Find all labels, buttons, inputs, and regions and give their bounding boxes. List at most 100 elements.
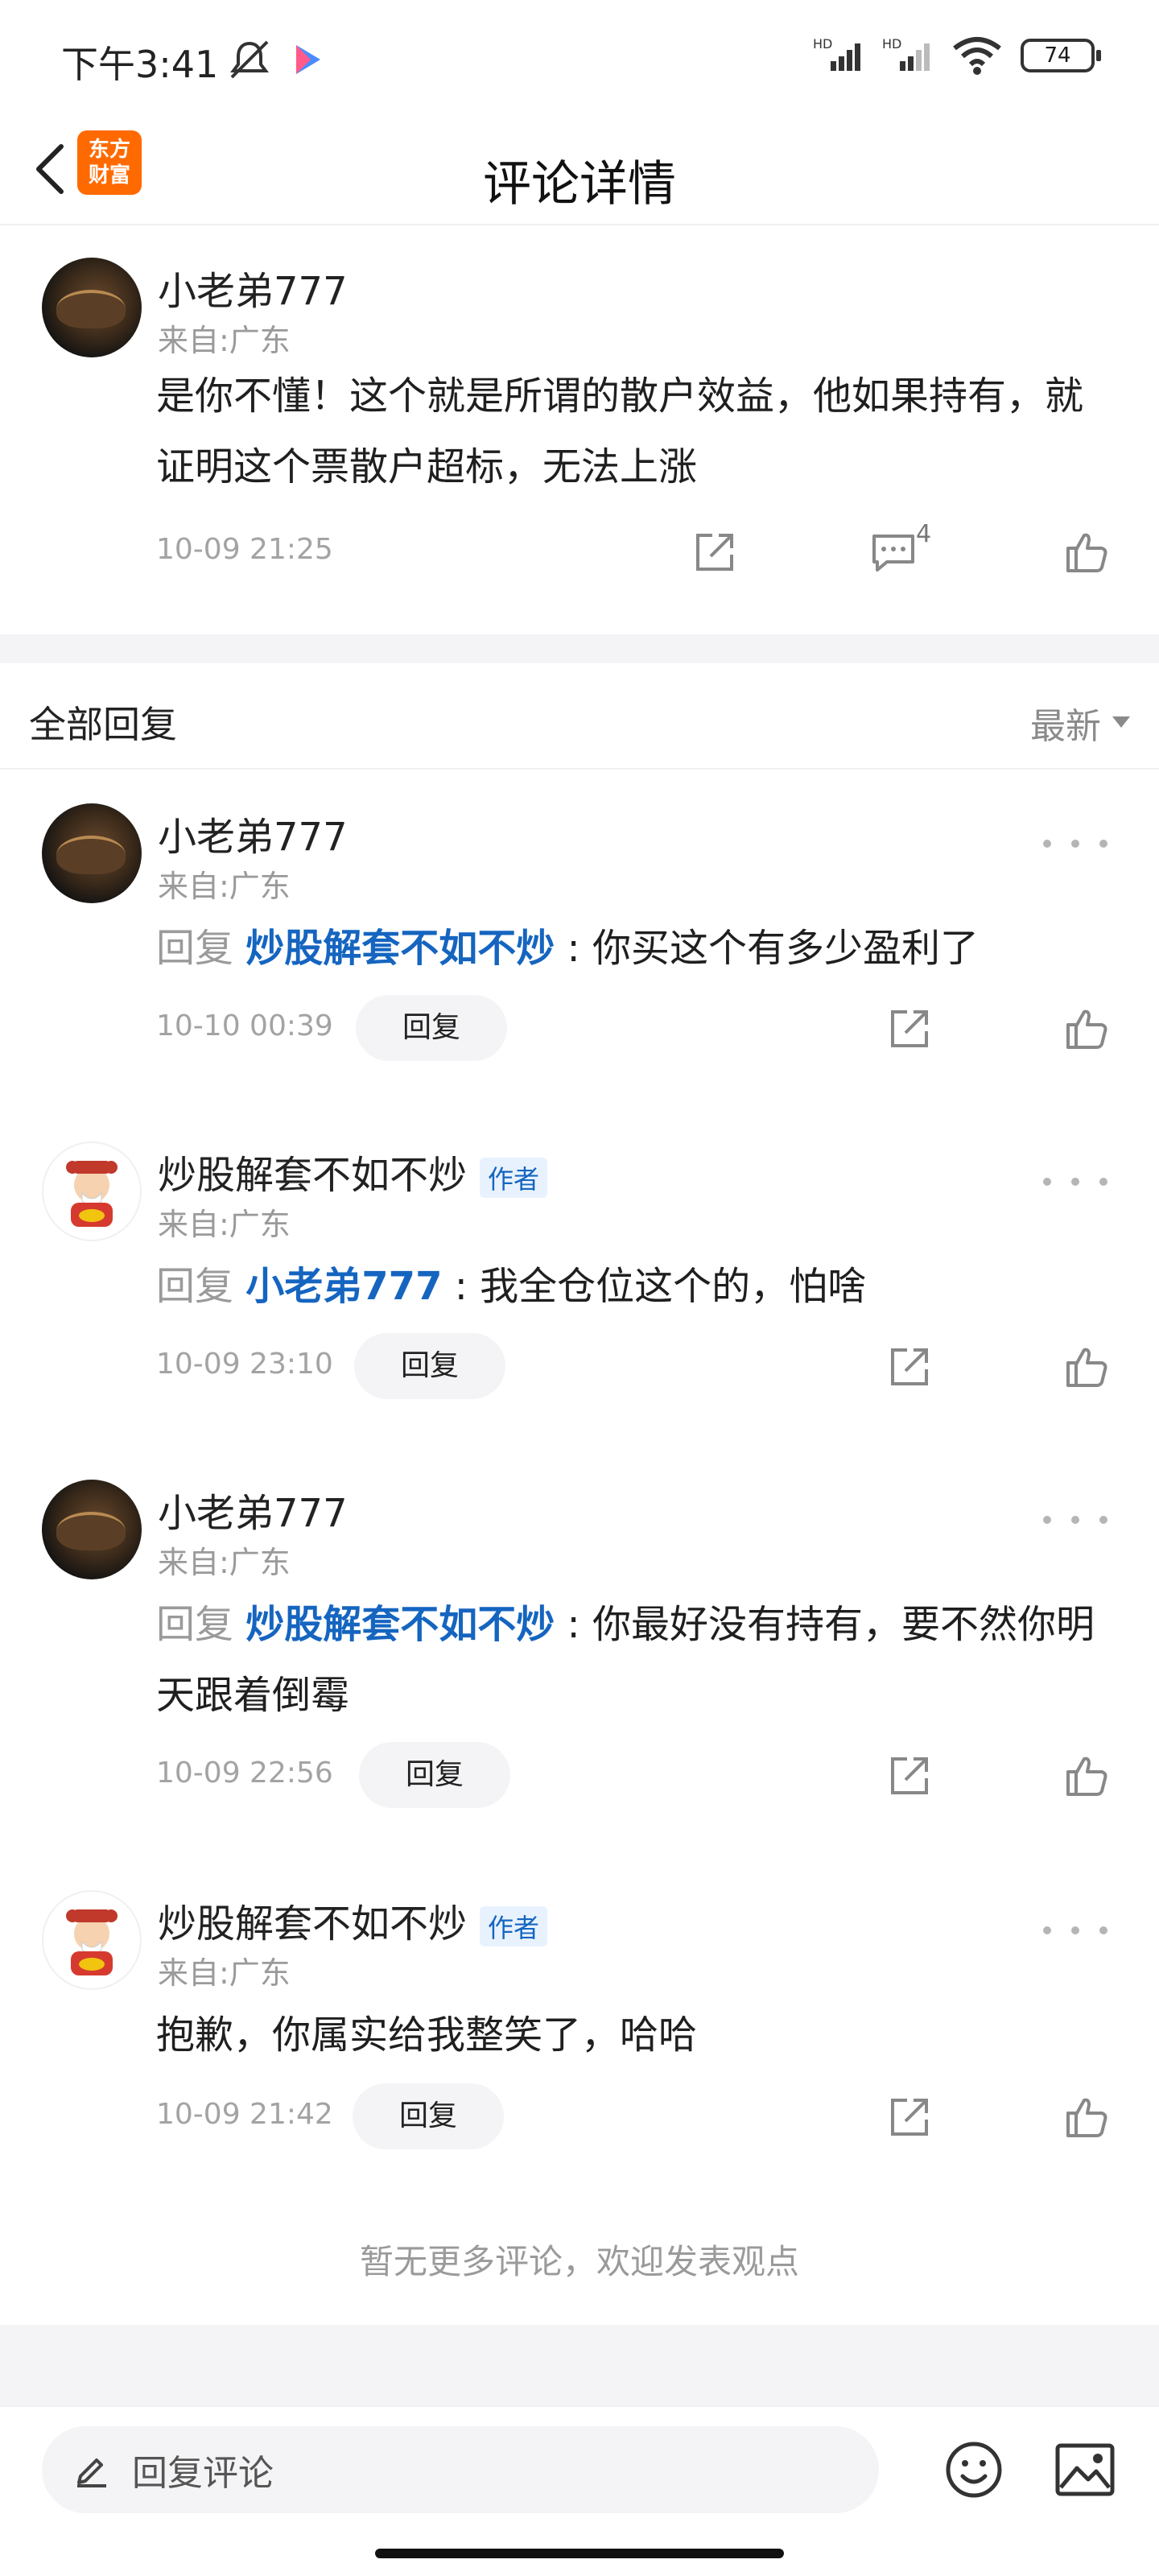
comment-time: 10-09 21:25 (156, 533, 333, 566)
dot (1043, 1926, 1051, 1934)
reply-item: 炒股解套不如不炒 作者 来自:广东 回复 小老弟777 : 我全仓位这个的，怕啥 … (0, 1109, 1159, 1447)
dot (1099, 1516, 1107, 1524)
dot (1071, 1926, 1079, 1934)
username[interactable]: 小老弟777 (158, 259, 348, 316)
location: 来自:广东 (158, 1545, 291, 1580)
username[interactable]: 小老弟777 (158, 805, 348, 861)
share-icon (891, 1010, 928, 1047)
comment-icon (872, 535, 914, 572)
like-button[interactable] (1061, 2091, 1112, 2143)
username[interactable]: 炒股解套不如不炒 作者 (158, 1143, 548, 1199)
author-badge: 作者 (480, 1158, 548, 1198)
username-text: 炒股解套不如不炒 (158, 1901, 468, 1946)
reply-button[interactable]: 回复 (356, 995, 508, 1061)
more-options-button[interactable] (1043, 828, 1107, 860)
dot (1099, 1178, 1107, 1186)
more-options-button[interactable] (1043, 1166, 1107, 1198)
dot (1071, 1516, 1079, 1524)
share-button[interactable] (884, 1750, 935, 1802)
like-button[interactable] (1061, 526, 1112, 578)
svg-text:HD: HD (882, 37, 901, 52)
location: 来自:广东 (158, 1955, 291, 1991)
signal-icon-2: HD (882, 37, 930, 71)
main-comment: 小老弟777 来自:广东 是你不懂！这个就是所谓的散户效益，他如果持有，就证明这… (0, 227, 1159, 634)
share-button[interactable] (884, 2091, 935, 2143)
username-text: 炒股解套不如不炒 (158, 1153, 468, 1198)
share-icon (696, 534, 733, 571)
reply-time: 10-09 23:10 (156, 1348, 333, 1381)
reply-text: 你买这个有多少盈利了 (592, 926, 979, 971)
reply-button[interactable]: 回复 (354, 1333, 506, 1399)
avatar[interactable] (42, 1890, 142, 1990)
reply-item: 小老弟777 来自:广东 回复 炒股解套不如不炒 : 你买这个有多少盈利了 10… (0, 771, 1159, 1093)
like-button[interactable] (1061, 1003, 1112, 1055)
avatar[interactable] (42, 258, 142, 357)
reply-input[interactable]: 回复评论 (42, 2426, 879, 2513)
reply-content: 抱歉，你属实给我整笑了，哈哈 (156, 2013, 698, 2058)
reply-content: 回复 小老弟777 : 我全仓位这个的，怕啥 (156, 1251, 1106, 1322)
dot (1043, 840, 1051, 848)
username[interactable]: 炒股解套不如不炒 作者 (158, 1892, 548, 1948)
thumbs-up-icon (1066, 2098, 1107, 2137)
avatar[interactable] (42, 803, 142, 903)
separator: : (442, 1264, 481, 1309)
author-badge: 作者 (480, 1906, 548, 1946)
reply-button[interactable]: 回复 (359, 1742, 511, 1808)
sort-dropdown[interactable]: 最新 (1030, 697, 1130, 749)
dot (1071, 840, 1079, 848)
reply-time: 10-09 22:56 (156, 1757, 333, 1790)
dot (1071, 1178, 1079, 1186)
mention-link[interactable]: 炒股解套不如不炒 (245, 926, 555, 971)
fortune-god-avatar-icon (66, 1161, 118, 1227)
reply-count: 4 (916, 520, 932, 548)
mention-link[interactable]: 炒股解套不如不炒 (245, 1602, 555, 1647)
thumbs-up-icon (1066, 533, 1107, 572)
wifi-icon (953, 37, 1001, 75)
reply-button[interactable]: 回复 (353, 2083, 505, 2149)
reply-prefix: 回复 (156, 1602, 234, 1647)
dot (1099, 840, 1107, 848)
caret-down-icon (1112, 716, 1130, 728)
thumbs-up-icon (1066, 1348, 1107, 1387)
thumbs-up-icon (1066, 1757, 1107, 1796)
reply-text: 我全仓位这个的，怕啥 (480, 1264, 867, 1309)
reply-prefix: 回复 (156, 926, 234, 971)
mention-link[interactable]: 小老弟777 (245, 1264, 442, 1309)
svg-text:HD: HD (813, 37, 832, 52)
more-options-button[interactable] (1043, 1504, 1107, 1536)
status-bar: 下午3:41 HD HD 74 (0, 0, 1159, 113)
separator: : (555, 926, 592, 971)
battery-level: 74 (1044, 43, 1071, 68)
like-button[interactable] (1061, 1341, 1112, 1393)
bottom-spacer (0, 2325, 1159, 2405)
comment-button[interactable] (868, 526, 919, 578)
like-button[interactable] (1061, 1750, 1112, 1802)
section-divider (0, 634, 1159, 663)
share-button[interactable] (884, 1003, 935, 1055)
replies-title: 全部回复 (29, 703, 177, 746)
page-title: 评论详情 (483, 156, 676, 213)
emoji-button[interactable] (942, 2438, 1006, 2502)
username[interactable]: 小老弟777 (158, 1481, 348, 1538)
thumbs-up-icon (1066, 1009, 1107, 1049)
avatar[interactable] (42, 1480, 142, 1579)
no-more-comments-note: 暂无更多评论，欢迎发表观点 (359, 2242, 799, 2281)
home-indicator[interactable] (375, 2549, 784, 2558)
share-button[interactable] (689, 526, 740, 578)
share-icon (891, 2099, 928, 2136)
battery-icon: 74 (1021, 39, 1101, 72)
location: 来自:广东 (158, 1207, 291, 1242)
image-button[interactable] (1053, 2439, 1117, 2500)
more-options-button[interactable] (1043, 1914, 1107, 1946)
dot (1043, 1178, 1051, 1186)
fortune-god-avatar-icon (66, 1909, 118, 1975)
reply-item: 小老弟777 来自:广东 回复 炒股解套不如不炒 : 你最好没有持有，要不然你明… (0, 1447, 1159, 1850)
avatar[interactable] (42, 1141, 142, 1241)
smiley-icon (946, 2442, 1002, 2498)
replies-header: 全部回复 最新 (0, 663, 1159, 770)
pencil-icon (77, 2458, 106, 2487)
share-icon (891, 1348, 928, 1385)
reply-input-placeholder: 回复评论 (132, 2453, 274, 2494)
mute-icon (230, 40, 269, 79)
share-button[interactable] (884, 1341, 935, 1393)
